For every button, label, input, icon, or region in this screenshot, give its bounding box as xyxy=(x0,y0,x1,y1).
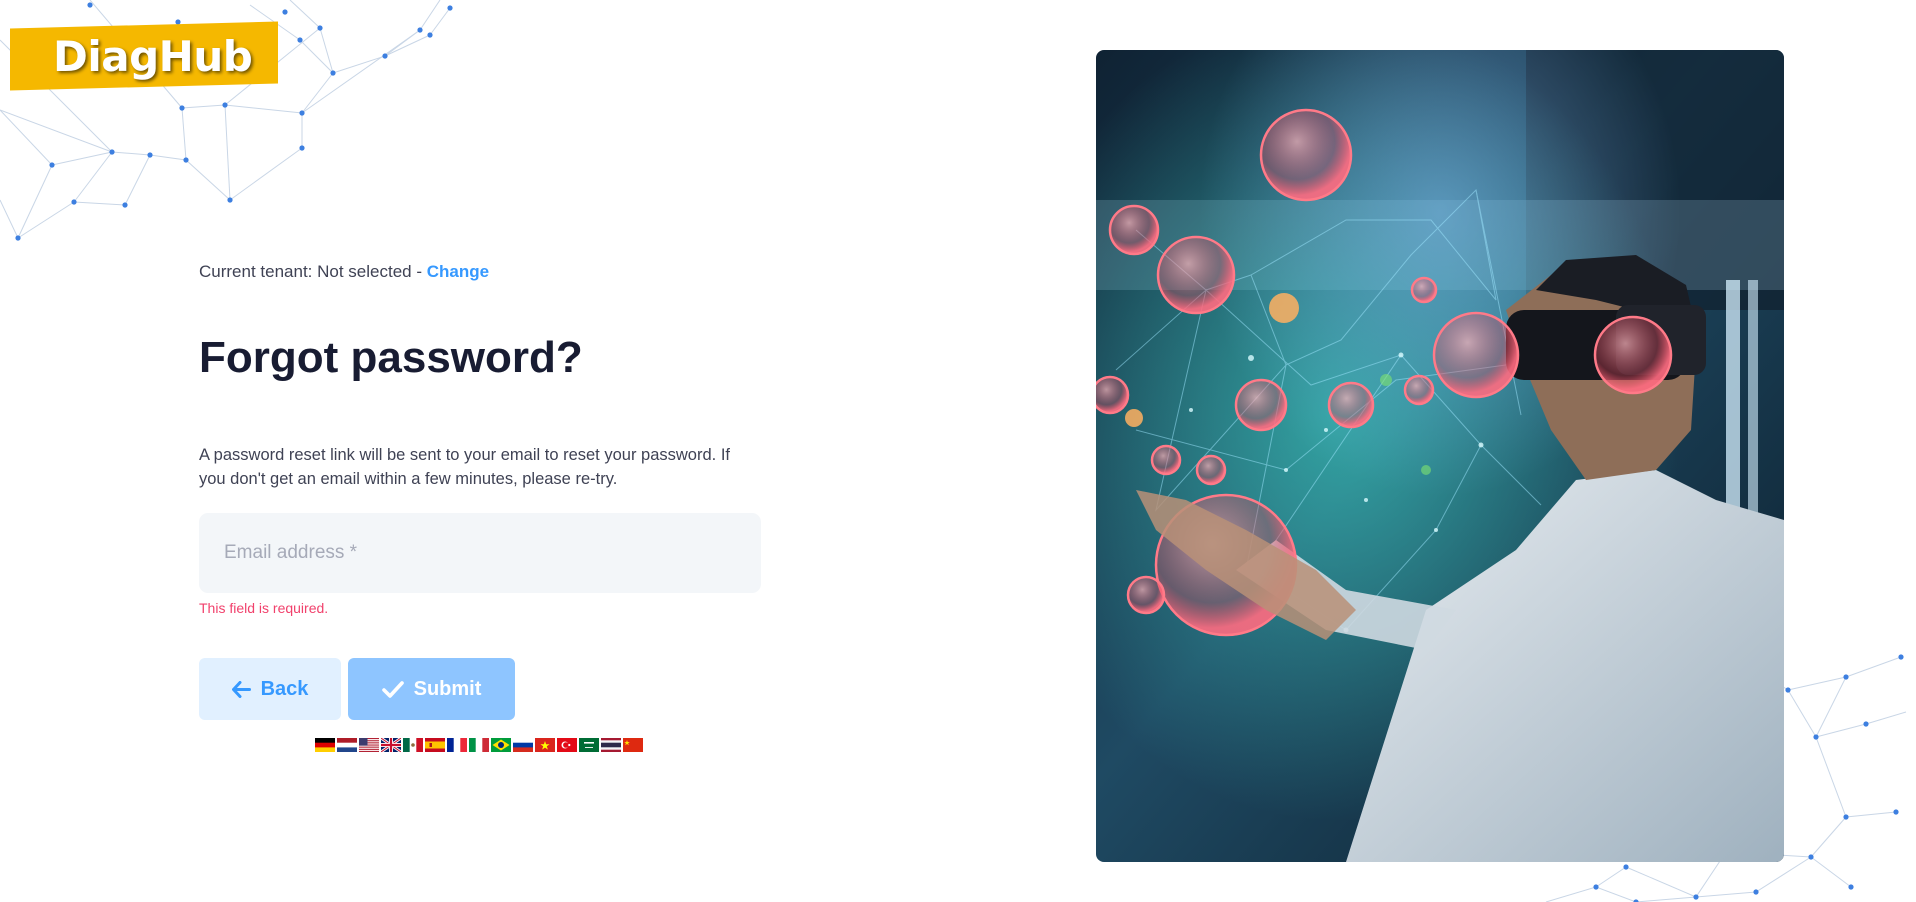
forgot-password-page: DiagHub Current tenant: Not selected - C… xyxy=(0,0,1916,902)
back-button[interactable]: Back xyxy=(199,658,341,720)
submit-button[interactable]: Submit xyxy=(348,658,515,720)
reset-description: A password reset link will be sent to yo… xyxy=(199,446,730,488)
page-title: Forgot password? xyxy=(199,333,583,382)
flag-br-icon[interactable] xyxy=(491,738,511,752)
flag-de-icon[interactable] xyxy=(315,738,335,752)
flag-ru-icon[interactable] xyxy=(513,738,533,752)
submit-button-label: Submit xyxy=(413,677,482,700)
flag-mx-icon[interactable] xyxy=(403,738,423,752)
flag-fr-icon[interactable] xyxy=(447,738,467,752)
hero-illustration xyxy=(1096,50,1784,862)
forgot-password-form: Current tenant: Not selected - Change Fo… xyxy=(199,258,761,752)
flag-sa-icon[interactable] xyxy=(579,738,599,752)
flag-tr-icon[interactable] xyxy=(557,738,577,752)
flag-nl-icon[interactable] xyxy=(337,738,357,752)
flag-es-icon[interactable] xyxy=(425,738,445,752)
flag-cn-icon[interactable] xyxy=(623,738,643,752)
back-button-label: Back xyxy=(260,677,309,700)
email-error-message: This field is required. xyxy=(199,600,329,616)
email-field[interactable] xyxy=(199,513,761,593)
flag-th-icon[interactable] xyxy=(601,738,621,752)
flag-vn-icon[interactable] xyxy=(535,738,555,752)
flag-it-icon[interactable] xyxy=(469,738,489,752)
brand-logo-text: DiagHub xyxy=(53,31,253,81)
flag-us-icon[interactable] xyxy=(359,738,379,752)
check-icon xyxy=(381,680,404,698)
arrow-left-icon xyxy=(231,680,251,698)
form-actions: Back Submit xyxy=(199,658,761,720)
flag-gb-icon[interactable] xyxy=(381,738,401,752)
brand-logo: DiagHub xyxy=(10,21,278,91)
change-tenant-link[interactable]: Change xyxy=(427,262,489,281)
tenant-info: Current tenant: Not selected - Change xyxy=(199,258,761,286)
tenant-label: Current tenant: Not selected - xyxy=(199,262,423,281)
language-selector xyxy=(315,738,761,752)
